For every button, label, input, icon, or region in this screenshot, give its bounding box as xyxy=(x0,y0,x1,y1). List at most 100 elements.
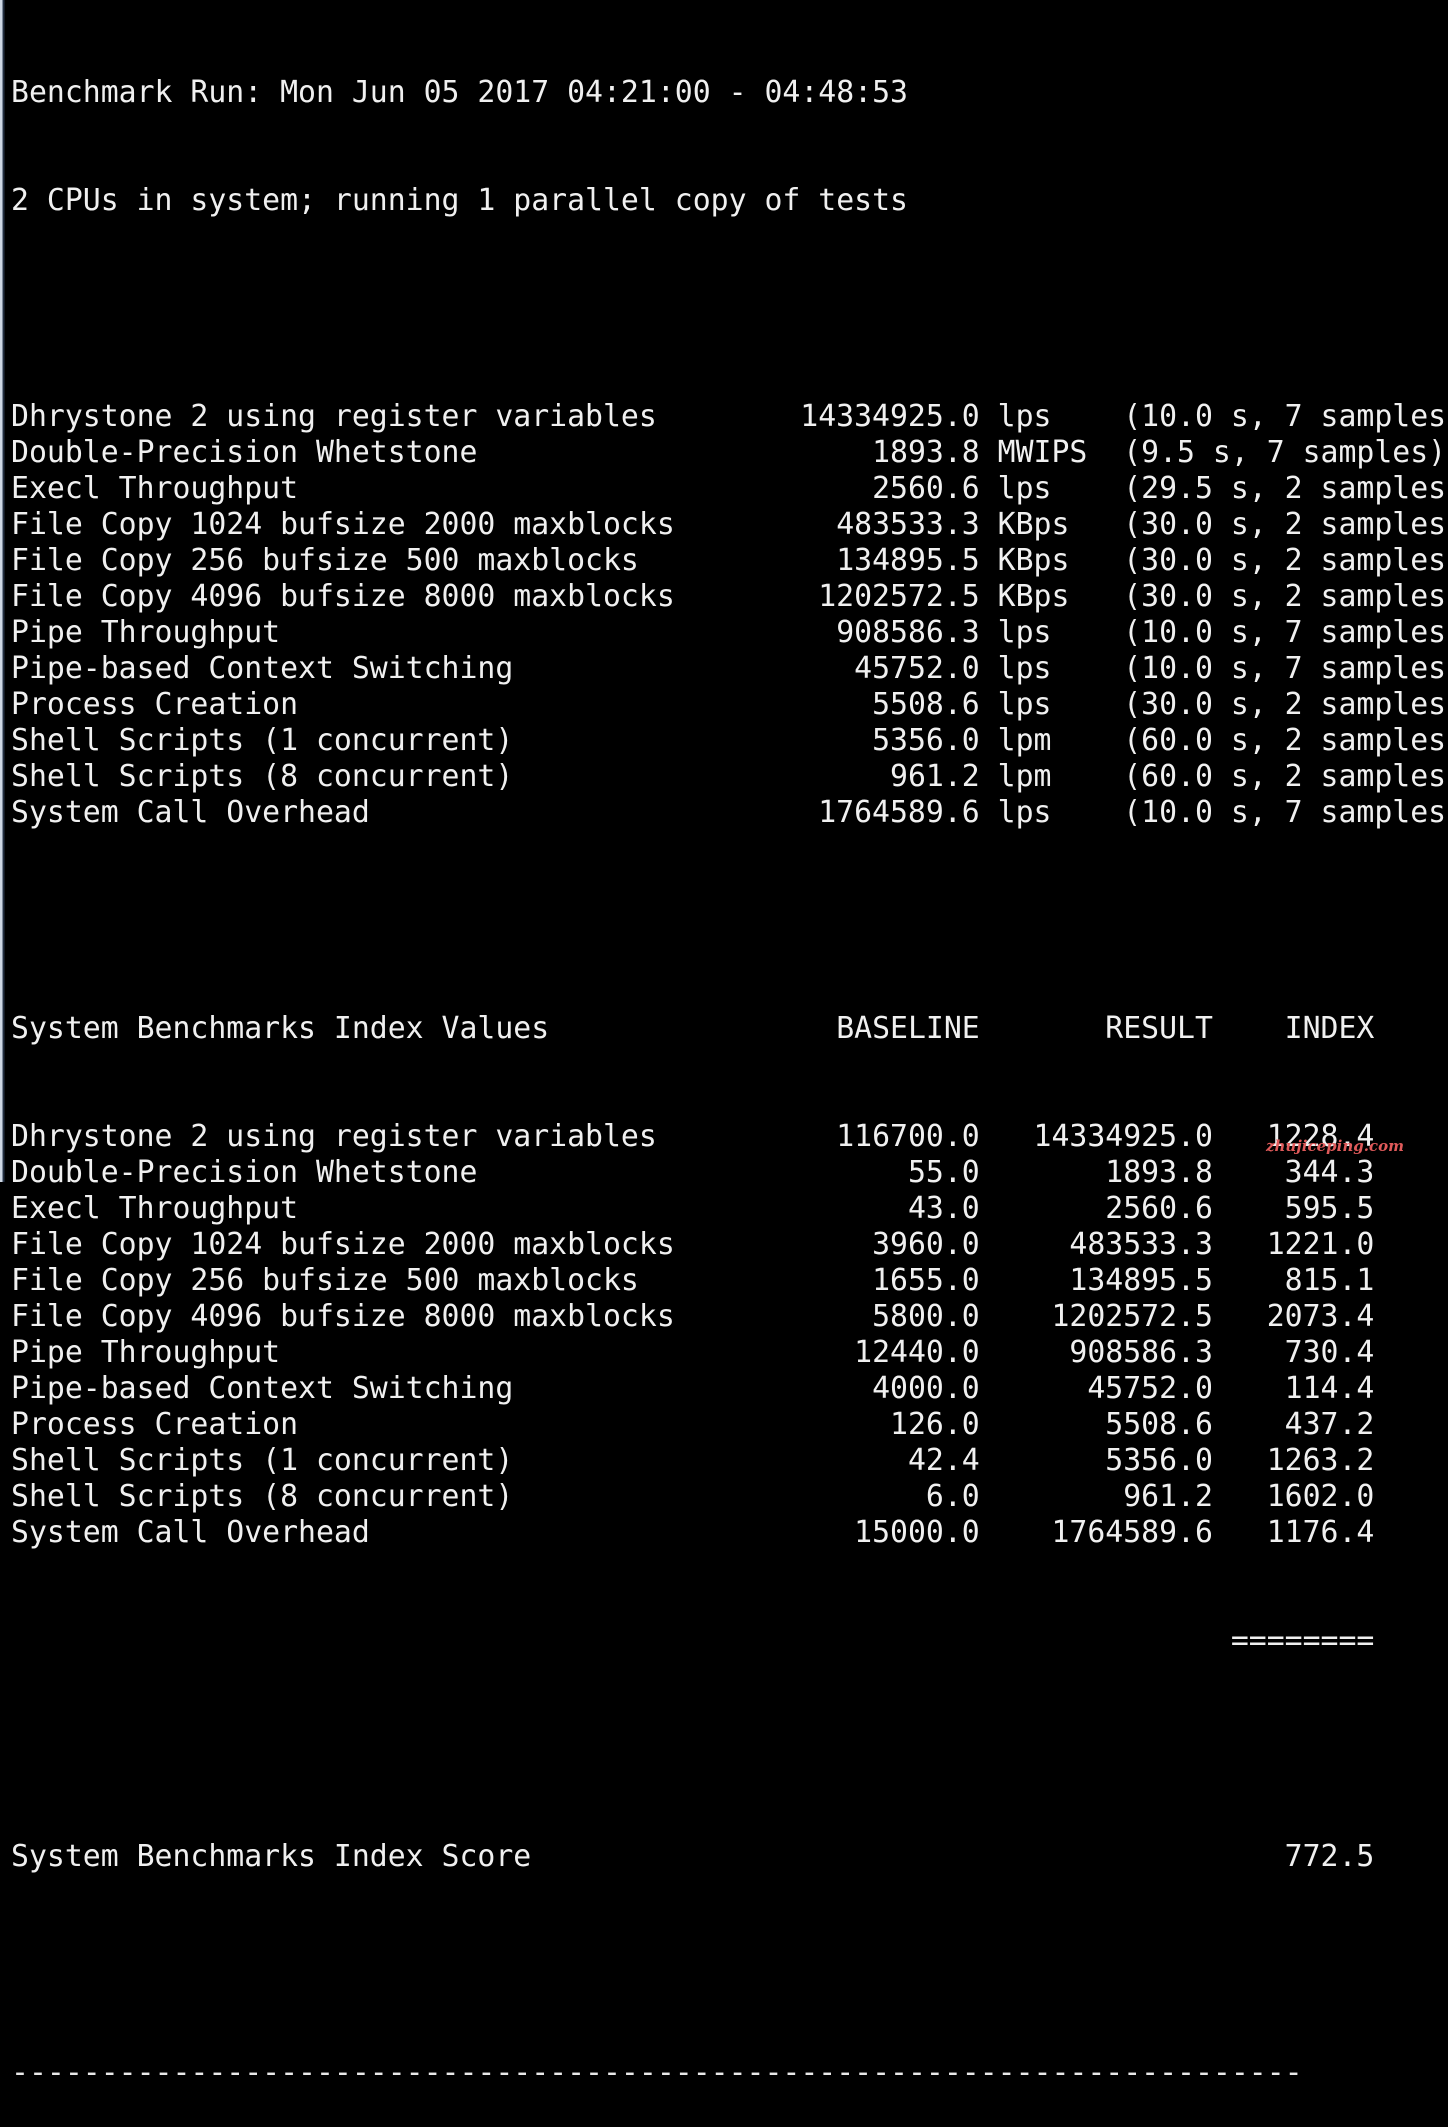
index-row: File Copy 4096 bufsize 8000 maxblocks 580… xyxy=(11,1299,1448,1335)
result-row: Execl Throughput 2560.6 lps (29.5 s, 2 samp… xyxy=(11,471,1448,507)
result-name: Double-Precision Whetstone xyxy=(11,435,478,470)
index-name: Pipe Throughput xyxy=(11,1335,281,1370)
index-result: 1764589.6 xyxy=(1051,1515,1213,1550)
result-name: Shell Scripts (8 concurrent) xyxy=(11,759,514,794)
index-result: 5508.6 xyxy=(1105,1407,1213,1442)
result-row: Shell Scripts (8 concurrent) 961.2 lpm (60.… xyxy=(11,759,1448,795)
window-left-border xyxy=(0,0,5,1182)
result-detail: (60.0 s, 2 samples) xyxy=(1123,759,1448,794)
result-unit: KBps xyxy=(997,507,1070,542)
index-name: Shell Scripts (1 concurrent) xyxy=(11,1443,514,1478)
result-detail: (10.0 s, 7 samples) xyxy=(1123,795,1448,830)
result-name: Execl Throughput xyxy=(11,471,299,506)
result-detail: (10.0 s, 7 samples) xyxy=(1123,615,1448,650)
index-value: 595.5 xyxy=(1284,1191,1375,1226)
index-name: Pipe-based Context Switching xyxy=(11,1371,514,1406)
index-row: Process Creation 126.0 5508.6 437.2 xyxy=(11,1407,1448,1443)
index-result: 5356.0 xyxy=(1105,1443,1213,1478)
result-name: File Copy 4096 bufsize 8000 maxblocks xyxy=(11,579,675,614)
index-value: 730.4 xyxy=(1284,1335,1375,1370)
index-row: Shell Scripts (1 concurrent) 42.4 5356.0 12… xyxy=(11,1443,1448,1479)
result-detail: (30.0 s, 2 samples) xyxy=(1123,507,1448,542)
index-value: 2073.4 xyxy=(1266,1299,1375,1334)
separator-line: ======== xyxy=(11,1623,1448,1659)
header-result: RESULT xyxy=(1105,1011,1213,1046)
result-detail: (29.5 s, 2 samples) xyxy=(1123,471,1448,506)
index-value: 344.3 xyxy=(1284,1155,1375,1190)
index-score-line: System Benchmarks Index Score 772.5 xyxy=(11,1839,1448,1875)
result-detail: (30.0 s, 2 samples) xyxy=(1123,543,1448,578)
result-row: Pipe-based Context Switching 45752.0 lps (1… xyxy=(11,651,1448,687)
index-value: 437.2 xyxy=(1284,1407,1375,1442)
result-detail: (30.0 s, 2 samples) xyxy=(1123,687,1448,722)
index-baseline: 12440.0 xyxy=(854,1335,980,1370)
result-row: Shell Scripts (1 concurrent) 5356.0 lpm (60… xyxy=(11,723,1448,759)
watermark: zhujiceping.com xyxy=(1266,1137,1404,1155)
result-unit: lps xyxy=(997,615,1052,650)
result-value: 908586.3 xyxy=(836,615,980,650)
index-table-header: System Benchmarks Index Values BASELINE RE… xyxy=(11,1011,1448,1047)
result-value: 1893.8 xyxy=(872,435,980,470)
result-name: File Copy 256 bufsize 500 maxblocks xyxy=(11,543,639,578)
result-unit: lps xyxy=(997,651,1052,686)
index-value: 815.1 xyxy=(1284,1263,1375,1298)
raw-results: Dhrystone 2 using register variables 1433… xyxy=(11,399,1448,831)
index-row: Pipe Throughput 12440.0 908586.3 730.4 xyxy=(11,1335,1448,1371)
index-name: File Copy 4096 bufsize 8000 maxblocks xyxy=(11,1299,675,1334)
result-unit: lps xyxy=(997,795,1052,830)
index-baseline: 3960.0 xyxy=(872,1227,980,1262)
index-baseline: 116700.0 xyxy=(836,1119,980,1154)
index-name: Execl Throughput xyxy=(11,1191,299,1226)
index-table-rows: Dhrystone 2 using register variables 1167… xyxy=(11,1119,1448,1551)
header-index: INDEX xyxy=(1284,1011,1375,1046)
result-name: Process Creation xyxy=(11,687,299,722)
cpu-info-line: 2 CPUs in system; running 1 parallel cop… xyxy=(11,183,908,218)
result-value: 14334925.0 xyxy=(800,399,980,434)
result-unit: lps xyxy=(997,687,1052,722)
index-result: 961.2 xyxy=(1123,1479,1213,1514)
index-row: Double-Precision Whetstone 55.0 1893.8 344.… xyxy=(11,1155,1448,1191)
result-value: 5508.6 xyxy=(872,687,980,722)
header-baseline: BASELINE xyxy=(836,1011,980,1046)
result-value: 961.2 xyxy=(890,759,980,794)
result-detail: (10.0 s, 7 samples) xyxy=(1123,651,1448,686)
index-baseline: 55.0 xyxy=(907,1155,980,1190)
index-baseline: 43.0 xyxy=(907,1191,980,1226)
result-name: Shell Scripts (1 concurrent) xyxy=(11,723,514,758)
index-result: 45752.0 xyxy=(1087,1371,1213,1406)
index-name: Dhrystone 2 using register variables xyxy=(11,1119,657,1154)
result-name: File Copy 1024 bufsize 2000 maxblocks xyxy=(11,507,675,542)
index-baseline: 126.0 xyxy=(890,1407,980,1442)
index-row: File Copy 256 bufsize 500 maxblocks 1655.… xyxy=(11,1263,1448,1299)
result-detail: (60.0 s, 2 samples) xyxy=(1123,723,1448,758)
benchmark-run-line: Benchmark Run: Mon Jun 05 2017 04:21:00 … xyxy=(11,75,908,110)
index-value: 114.4 xyxy=(1284,1371,1375,1406)
result-unit: lps xyxy=(997,471,1052,506)
index-name: File Copy 256 bufsize 500 maxblocks xyxy=(11,1263,639,1298)
index-value: 1263.2 xyxy=(1266,1443,1375,1478)
index-row: Pipe-based Context Switching 4000.0 45752.… xyxy=(11,1371,1448,1407)
result-value: 45752.0 xyxy=(854,651,980,686)
dashed-divider: ----------------------------------------… xyxy=(11,2055,1303,2090)
index-baseline: 42.4 xyxy=(907,1443,980,1478)
index-name: Shell Scripts (8 concurrent) xyxy=(11,1479,514,1514)
index-row: Dhrystone 2 using register variables 1167… xyxy=(11,1119,1448,1155)
index-baseline: 5800.0 xyxy=(872,1299,980,1334)
result-name: Dhrystone 2 using register variables xyxy=(11,399,657,434)
index-value: 1221.0 xyxy=(1266,1227,1375,1262)
index-row: File Copy 1024 bufsize 2000 maxblocks 396… xyxy=(11,1227,1448,1263)
result-unit: lpm xyxy=(997,759,1052,794)
result-unit: lps xyxy=(997,399,1052,434)
index-baseline: 1655.0 xyxy=(872,1263,980,1298)
index-name: System Call Overhead xyxy=(11,1515,370,1550)
index-score-label: System Benchmarks Index Score xyxy=(11,1839,532,1874)
result-name: Pipe Throughput xyxy=(11,615,281,650)
index-value: 1602.0 xyxy=(1266,1479,1375,1514)
result-value: 134895.5 xyxy=(836,543,980,578)
index-result: 2560.6 xyxy=(1105,1191,1213,1226)
score-separator: ======== xyxy=(1230,1623,1375,1658)
index-result: 483533.3 xyxy=(1069,1227,1213,1262)
